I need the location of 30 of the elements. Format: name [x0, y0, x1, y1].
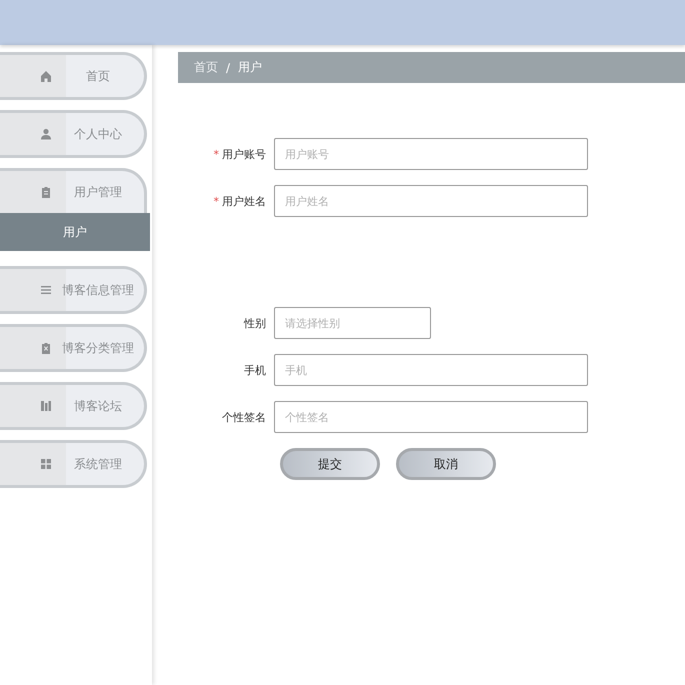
breadcrumb-link[interactable]: 首页 [194, 59, 218, 76]
menu-item[interactable]: 用户管理 [0, 168, 147, 213]
field-label: 手机 [243, 362, 267, 378]
field-label: * 用户姓名 [212, 194, 267, 208]
chart-icon [40, 400, 52, 412]
field-label: 性别 [242, 316, 267, 330]
person-icon [40, 128, 52, 140]
grid-icon [40, 458, 52, 470]
submenu-item[interactable]: 用户 [0, 213, 150, 251]
clipboard-icon [40, 186, 52, 198]
cancel-button[interactable]: 取消 [396, 448, 496, 480]
list-icon [40, 284, 52, 296]
menu-item[interactable]: 个人中心 [0, 110, 147, 158]
breadcrumb-current: 用户 [238, 59, 262, 76]
menu-item[interactable]: 博客信息管理 [0, 266, 147, 314]
menu-item[interactable]: 首页 [0, 52, 147, 100]
clipboard-icon [40, 342, 52, 354]
input-field[interactable]: 用户账号 [274, 138, 588, 170]
field-label: 个性签名 [221, 410, 267, 424]
field-label: * 用户账号 [212, 146, 267, 162]
menu-item[interactable]: 系统管理 [0, 440, 147, 488]
input-field[interactable]: 用户姓名 [274, 185, 588, 217]
home-icon [40, 70, 52, 82]
submit-button[interactable]: 提交 [280, 448, 380, 480]
menu-item[interactable]: 博客分类管理 [0, 324, 147, 372]
breadcrumb-separator: / [226, 60, 230, 74]
menu-item[interactable]: 博客论坛 [0, 382, 147, 430]
input-field[interactable]: 手机 [274, 354, 588, 386]
select-field[interactable]: 请选择性别 [274, 307, 431, 339]
input-field[interactable]: 个性签名 [274, 401, 588, 433]
